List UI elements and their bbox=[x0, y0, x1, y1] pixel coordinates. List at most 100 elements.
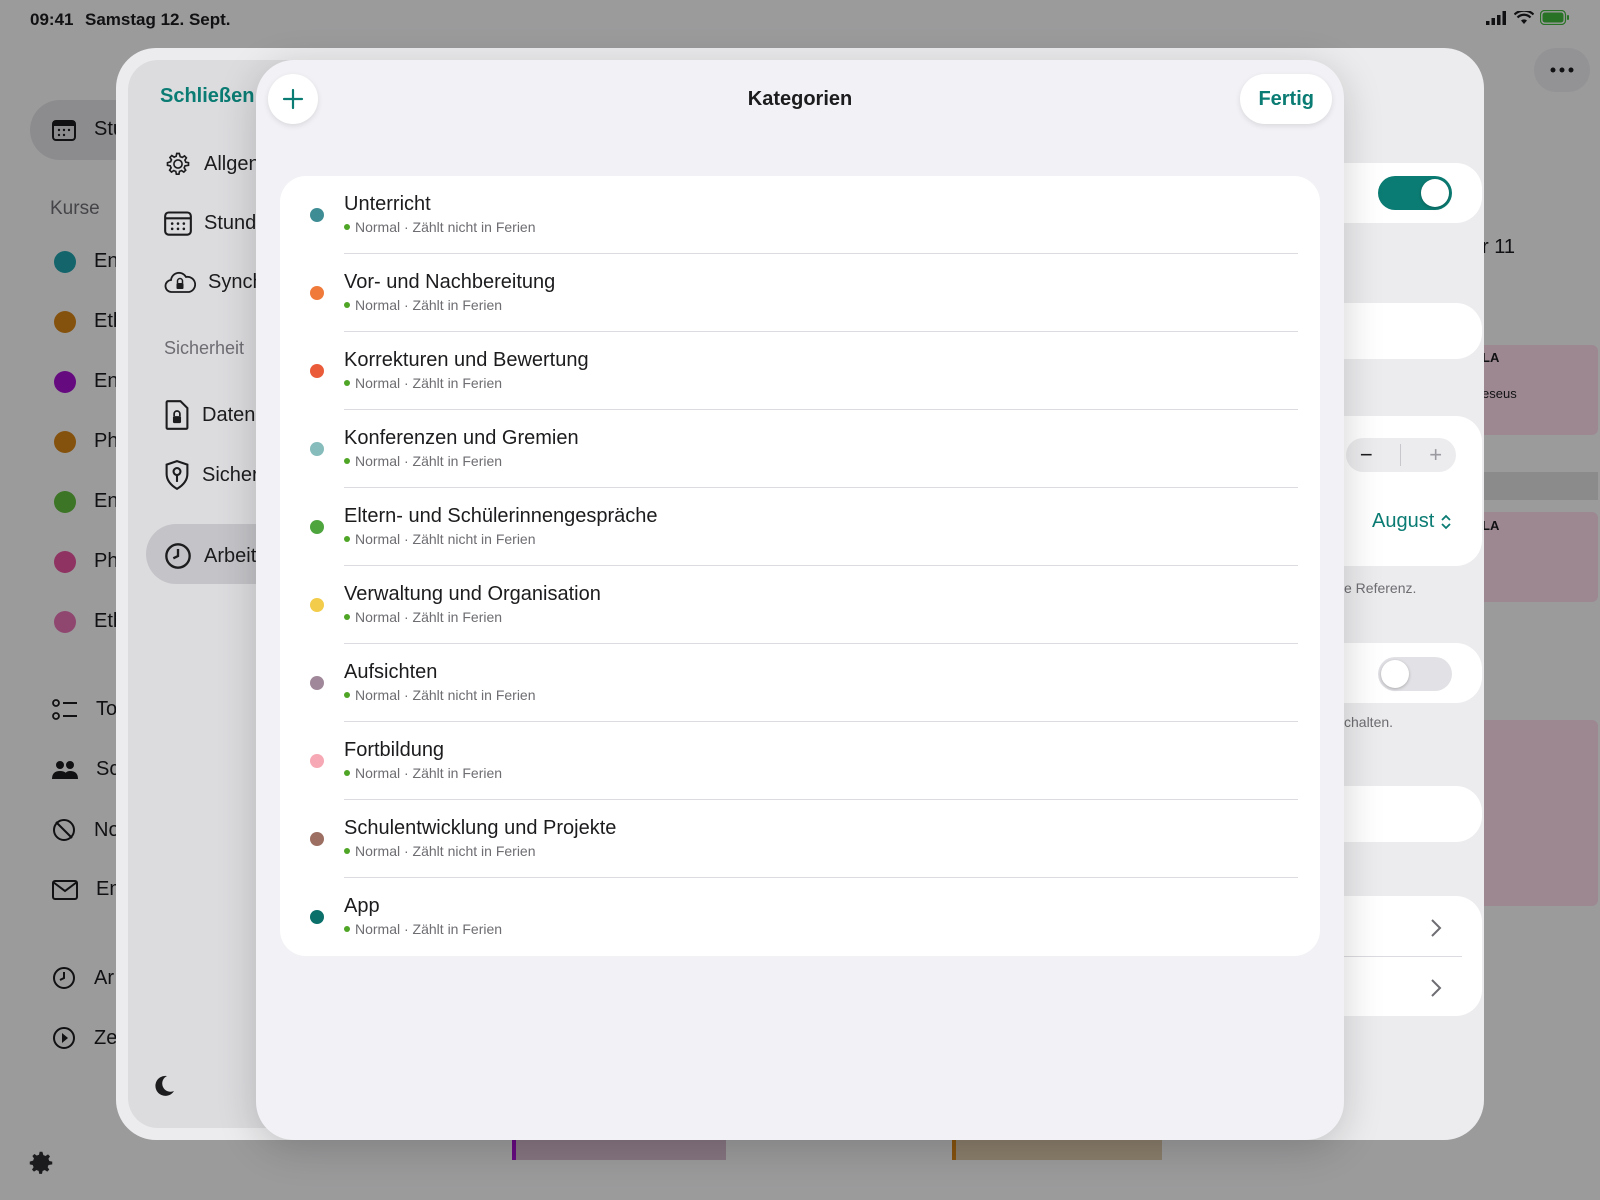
category-subtitle: Normal · Zählt nicht in Ferien bbox=[344, 531, 1296, 547]
category-color-dot bbox=[310, 208, 324, 222]
minus-icon[interactable]: − bbox=[1360, 442, 1373, 468]
status-dot bbox=[344, 458, 350, 464]
category-row[interactable]: Fortbildung Normal · Zählt in Ferien bbox=[280, 722, 1320, 800]
category-subtitle-text: Normal · Zählt in Ferien bbox=[355, 921, 503, 937]
settings-item-label: Daten bbox=[202, 403, 256, 426]
category-title: Konferenzen und Gremien bbox=[344, 427, 579, 449]
moon-icon[interactable] bbox=[152, 1074, 176, 1098]
status-dot bbox=[344, 380, 350, 386]
settings-item-label: Stund bbox=[204, 211, 257, 234]
category-text: Eltern- und Schülerinnengespräche Normal … bbox=[344, 504, 1296, 547]
settings-gear-button[interactable] bbox=[26, 1148, 56, 1183]
category-color-dot bbox=[310, 364, 324, 378]
category-title: Aufsichten bbox=[344, 661, 438, 683]
category-text: Konferenzen und Gremien Normal · Zählt in… bbox=[344, 426, 1296, 469]
category-row[interactable]: Konferenzen und Gremien Normal · Zählt in… bbox=[280, 410, 1320, 488]
category-color-dot bbox=[310, 832, 324, 846]
category-title: Schulentwicklung und Projekte bbox=[344, 817, 617, 839]
category-subtitle: Normal · Zählt nicht in Ferien bbox=[344, 843, 1296, 859]
category-subtitle-text: Normal · Zählt nicht in Ferien bbox=[355, 219, 536, 235]
shield-key-icon bbox=[165, 460, 189, 490]
category-title: Korrekturen und Bewertung bbox=[344, 349, 589, 371]
category-list: Unterricht Normal · Zählt nicht in Ferien… bbox=[280, 176, 1320, 956]
settings-item-label: Arbeit bbox=[204, 544, 257, 567]
category-subtitle-text: Normal · Zählt in Ferien bbox=[355, 375, 503, 391]
category-subtitle: Normal · Zählt in Ferien bbox=[344, 609, 1296, 625]
category-subtitle-text: Normal · Zählt in Ferien bbox=[355, 609, 503, 625]
category-subtitle-text: Normal · Zählt in Ferien bbox=[355, 297, 503, 313]
category-subtitle: Normal · Zählt in Ferien bbox=[344, 921, 1296, 937]
quantity-stepper[interactable]: − + bbox=[1346, 438, 1456, 472]
close-button[interactable]: Schließen bbox=[160, 85, 254, 108]
category-row[interactable]: Eltern- und Schülerinnengespräche Normal … bbox=[280, 488, 1320, 566]
chevron-right-icon[interactable] bbox=[1430, 978, 1442, 998]
stepper-divider bbox=[1400, 444, 1402, 466]
category-row[interactable]: Aufsichten Normal · Zählt nicht in Ferien bbox=[280, 644, 1320, 722]
category-subtitle: Normal · Zählt nicht in Ferien bbox=[344, 219, 1296, 235]
category-title: Vor- und Nachbereitung bbox=[344, 271, 556, 293]
settings-item-data[interactable]: Daten bbox=[164, 400, 255, 430]
category-row[interactable]: Verwaltung und Organisation Normal · Zähl… bbox=[280, 566, 1320, 644]
category-subtitle: Normal · Zählt in Ferien bbox=[344, 297, 1296, 313]
month-picker-value: August bbox=[1372, 510, 1435, 532]
toggle-switch[interactable] bbox=[1378, 176, 1452, 210]
category-subtitle: Normal · Zählt in Ferien bbox=[344, 765, 1296, 781]
category-text: Korrekturen und Bewertung Normal · Zählt … bbox=[344, 348, 1296, 391]
category-color-dot bbox=[310, 520, 324, 534]
cloud-lock-icon bbox=[164, 271, 196, 293]
settings-item-working-time[interactable]: Arbeit bbox=[164, 542, 256, 570]
month-picker[interactable]: August bbox=[1372, 510, 1452, 533]
category-title: Unterricht bbox=[344, 193, 431, 215]
category-row[interactable]: Unterricht Normal · Zählt nicht in Ferien bbox=[280, 176, 1320, 254]
chevron-right-icon[interactable] bbox=[1430, 918, 1442, 938]
settings-item-timetable[interactable]: Stund bbox=[164, 210, 256, 236]
category-color-dot bbox=[310, 910, 324, 924]
category-text: Schulentwicklung und Projekte Normal · Zä… bbox=[344, 816, 1296, 859]
settings-section-security: Sicherheit bbox=[164, 338, 245, 358]
category-title: Fortbildung bbox=[344, 739, 445, 761]
category-row[interactable]: Vor- und Nachbereitung Normal · Zählt in … bbox=[280, 254, 1320, 332]
category-row[interactable]: App Normal · Zählt in Ferien bbox=[280, 878, 1320, 956]
category-text: Aufsichten Normal · Zählt nicht in Ferien bbox=[344, 660, 1296, 703]
reference-hint: e Referenz. bbox=[1344, 580, 1417, 596]
done-button[interactable]: Fertig bbox=[1240, 74, 1332, 124]
status-dot bbox=[344, 770, 350, 776]
plus-icon[interactable]: + bbox=[1429, 442, 1442, 468]
category-subtitle-text: Normal · Zählt nicht in Ferien bbox=[355, 687, 536, 703]
modal-title: Kategorien bbox=[747, 88, 853, 110]
settings-item-general[interactable]: Allgen bbox=[164, 150, 260, 178]
category-subtitle: Normal · Zählt in Ferien bbox=[344, 453, 1296, 469]
toggle-switch[interactable] bbox=[1378, 657, 1452, 691]
category-color-dot bbox=[310, 676, 324, 690]
category-subtitle: Normal · Zählt nicht in Ferien bbox=[344, 687, 1296, 703]
category-text: App Normal · Zählt in Ferien bbox=[344, 894, 1296, 937]
settings-item-security[interactable]: Sicher bbox=[164, 460, 259, 490]
status-dot bbox=[344, 614, 350, 620]
category-color-dot bbox=[310, 598, 324, 612]
category-color-dot bbox=[310, 442, 324, 456]
gear-icon bbox=[166, 152, 190, 175]
category-row[interactable]: Korrekturen und Bewertung Normal · Zählt … bbox=[280, 332, 1320, 410]
status-dot bbox=[344, 224, 350, 230]
settings-item-label: Sicher bbox=[202, 463, 259, 486]
gear-icon bbox=[29, 1151, 53, 1174]
category-subtitle-text: Normal · Zählt in Ferien bbox=[355, 765, 503, 781]
category-subtitle: Normal · Zählt in Ferien bbox=[344, 375, 1296, 391]
category-text: Vor- und Nachbereitung Normal · Zählt in … bbox=[344, 270, 1296, 313]
settings-item-sync[interactable]: Synch bbox=[164, 270, 264, 294]
category-row[interactable]: Schulentwicklung und Projekte Normal · Zä… bbox=[280, 800, 1320, 878]
status-dot bbox=[344, 302, 350, 308]
category-title: App bbox=[344, 895, 380, 917]
category-text: Fortbildung Normal · Zählt in Ferien bbox=[344, 738, 1296, 781]
category-subtitle-text: Normal · Zählt in Ferien bbox=[355, 453, 503, 469]
category-text: Unterricht Normal · Zählt nicht in Ferien bbox=[344, 192, 1296, 235]
category-subtitle-text: Normal · Zählt nicht in Ferien bbox=[355, 531, 536, 547]
status-dot bbox=[344, 848, 350, 854]
status-dot bbox=[344, 536, 350, 542]
category-text: Verwaltung und Organisation Normal · Zähl… bbox=[344, 582, 1296, 625]
calendar-icon bbox=[164, 211, 192, 236]
clock-icon bbox=[165, 543, 191, 569]
status-dot bbox=[344, 926, 350, 932]
categories-modal: Kategorien Fertig Unterricht Normal · Zäh… bbox=[256, 60, 1344, 1140]
document-lock-icon bbox=[165, 400, 189, 430]
